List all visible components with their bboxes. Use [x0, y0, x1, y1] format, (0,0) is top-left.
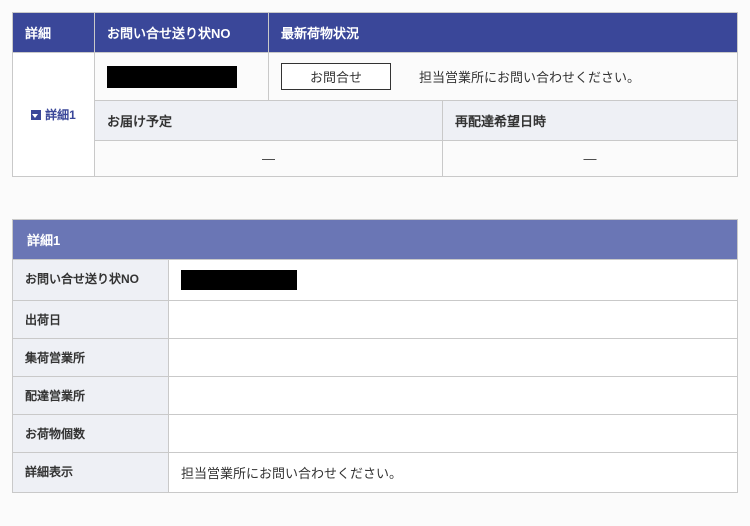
label-delivery-office: 配達営業所	[13, 377, 169, 415]
header-tracking-no: お問い合せ送り状NO	[95, 13, 269, 53]
status-cell: お問合せ 担当営業所にお問い合わせください。	[269, 53, 738, 101]
detail-panel-title: 詳細1	[12, 219, 738, 259]
value-pickup-office	[169, 339, 738, 377]
redacted-tracking-no	[107, 66, 237, 88]
label-package-count: お荷物個数	[13, 415, 169, 453]
label-tracking-no: お問い合せ送り状NO	[13, 260, 169, 301]
header-redelivery: 再配達希望日時	[443, 101, 738, 141]
value-package-count	[169, 415, 738, 453]
detail-link-label: 詳細1	[45, 106, 76, 123]
redacted-tracking-no-detail	[181, 270, 297, 290]
expand-icon	[31, 110, 41, 120]
label-ship-date: 出荷日	[13, 301, 169, 339]
detail-link-cell: 詳細1	[13, 53, 95, 177]
detail-link[interactable]: 詳細1	[31, 106, 76, 123]
value-detail-display: 担当営業所にお問い合わせください。	[169, 453, 738, 493]
summary-table: 詳細 お問い合せ送り状NO 最新荷物状況 詳細1 お問合せ 担当営業所にお問	[12, 12, 738, 177]
value-tracking-no	[169, 260, 738, 301]
value-delivery-office	[169, 377, 738, 415]
delivery-plan-value: —	[95, 141, 443, 177]
inquiry-button[interactable]: お問合せ	[281, 63, 391, 90]
header-latest-status: 最新荷物状況	[269, 13, 738, 53]
detail-table: お問い合せ送り状NO 出荷日 集荷営業所 配達営業所 お荷物個数 詳細表示 担当…	[12, 259, 738, 493]
status-message: 担当営業所にお問い合わせください。	[419, 67, 640, 86]
label-detail-display: 詳細表示	[13, 453, 169, 493]
tracking-no-value	[95, 53, 269, 101]
header-detail: 詳細	[13, 13, 95, 53]
header-delivery-plan: お届け予定	[95, 101, 443, 141]
label-pickup-office: 集荷営業所	[13, 339, 169, 377]
redelivery-value: —	[443, 141, 738, 177]
value-ship-date	[169, 301, 738, 339]
